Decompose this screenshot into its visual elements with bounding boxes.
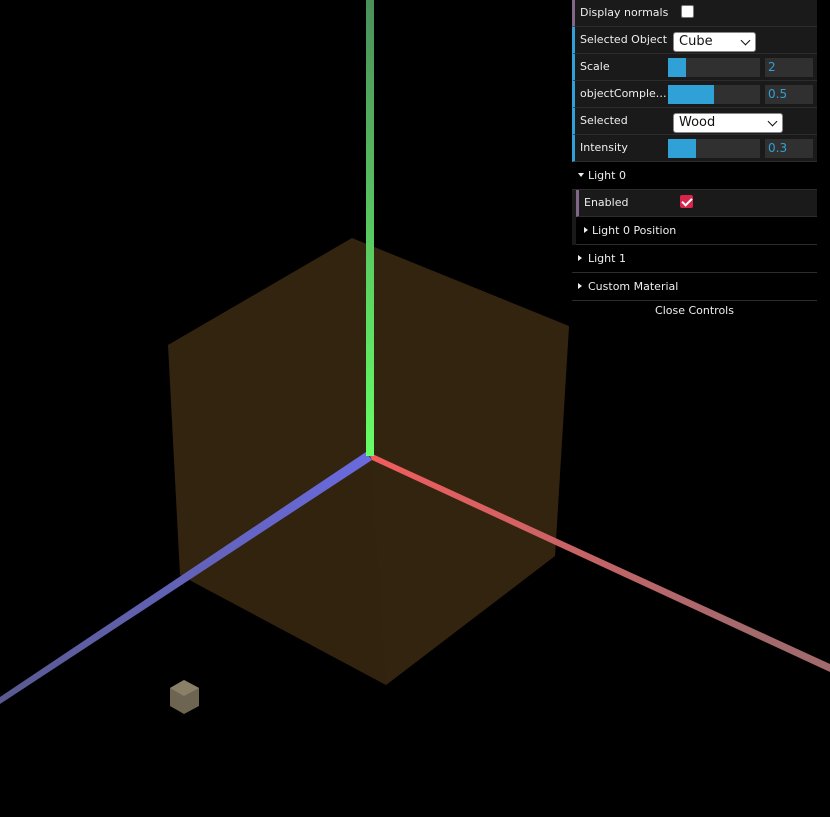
selected-material-row: Selected Wood [572, 108, 817, 135]
folder-light-0-position[interactable]: Light 0 Position [576, 217, 817, 245]
selected-material-label: Selected [580, 114, 628, 127]
selected-material-dropdown[interactable]: Wood [673, 113, 783, 133]
folder-light-0[interactable]: Light 0 [572, 162, 817, 190]
close-controls-button[interactable]: Close Controls [572, 301, 817, 321]
scale-input[interactable]: 2 [765, 58, 813, 77]
intensity-label: Intensity [580, 141, 628, 154]
selected-material-value: Wood [679, 115, 716, 130]
light-0-enabled-checkbox[interactable] [680, 195, 693, 208]
folder-custom-material-title: Custom Material [588, 280, 679, 293]
scale-row: Scale 2 [572, 54, 817, 81]
scale-label: Scale [580, 60, 610, 73]
display-normals-label: Display normals [580, 6, 669, 19]
chevron-down-icon [740, 35, 751, 46]
collapsed-triangle-icon [578, 283, 582, 289]
folder-custom-material[interactable]: Custom Material [572, 273, 817, 301]
y-axis [366, 0, 374, 456]
object-complexity-label: objectComplex… [580, 87, 672, 100]
intensity-row: Intensity 0.3 [572, 135, 817, 162]
folder-light-1[interactable]: Light 1 [572, 245, 817, 273]
controls-panel: Display normals Selected Object Cube Sca… [572, 0, 817, 321]
intensity-slider[interactable] [668, 139, 760, 158]
collapsed-triangle-icon [584, 227, 588, 233]
scale-slider-fill [668, 58, 687, 77]
folder-light-1-title: Light 1 [588, 252, 626, 265]
folder-light-0-position-title: Light 0 Position [592, 224, 677, 237]
selected-object-row: Selected Object Cube [572, 27, 817, 54]
selected-object-dropdown[interactable]: Cube [673, 32, 756, 52]
selected-object-label: Selected Object [580, 33, 668, 46]
folder-light-0-title: Light 0 [588, 169, 626, 182]
object-complexity-slider[interactable] [668, 85, 760, 104]
intensity-slider-fill [668, 139, 696, 158]
collapsed-triangle-icon [578, 255, 582, 261]
object-complexity-slider-fill [668, 85, 714, 104]
light-0-enabled-label: Enabled [584, 196, 629, 209]
object-complexity-input[interactable]: 0.5 [765, 85, 813, 104]
selected-object-value: Cube [679, 34, 713, 49]
display-normals-checkbox[interactable] [681, 5, 694, 18]
intensity-input[interactable]: 0.3 [765, 139, 813, 158]
light-0-enabled-row: Enabled [576, 190, 817, 217]
folder-light-0-content: Enabled Light 0 Position [576, 190, 817, 245]
display-normals-row: Display normals [572, 0, 817, 27]
object-complexity-row: objectComplex… 0.5 [572, 81, 817, 108]
expanded-triangle-icon [578, 173, 584, 177]
scale-slider[interactable] [668, 58, 760, 77]
chevron-down-icon [767, 116, 778, 127]
